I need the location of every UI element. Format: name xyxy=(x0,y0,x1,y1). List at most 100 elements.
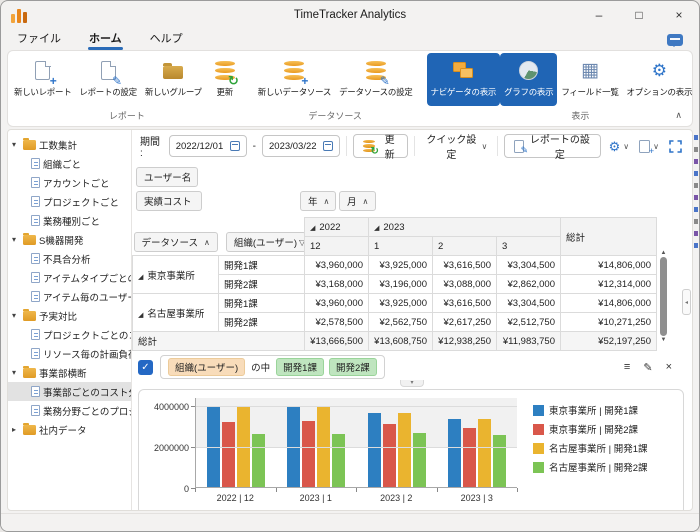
pivot-month-header[interactable]: 1 xyxy=(369,237,433,256)
collapse-triangle-icon[interactable]: ◢ xyxy=(310,225,315,232)
pivot-row-total-cell[interactable]: ¥14,806,000 xyxy=(561,256,657,275)
collapsed-panel-strip[interactable] xyxy=(694,135,698,248)
quick-settings-button[interactable]: クイック設定 ∨ xyxy=(421,131,491,161)
pivot-row-group-header[interactable]: ◢名古屋事業所 xyxy=(133,294,219,332)
show-chart-button[interactable]: グラフの表示 xyxy=(500,53,557,106)
filter-expression[interactable]: 組織(ユーザー) の中 開発1課開発2課 xyxy=(160,355,385,379)
pivot-value-cell[interactable]: ¥2,578,500 xyxy=(305,313,369,332)
pivot-year-header[interactable]: ◢2022 xyxy=(305,218,369,237)
log-button[interactable]: Log ログ xyxy=(696,53,700,106)
tree-report-item[interactable]: プロジェクトごとのコスト xyxy=(8,325,131,344)
pivot-grand-total-cell[interactable]: ¥12,938,250 xyxy=(433,332,497,351)
pivot-value-cell[interactable]: ¥3,925,000 xyxy=(369,256,433,275)
pivot-grand-total-header[interactable]: 総計 xyxy=(561,218,657,256)
filter-edit-icon[interactable]: ✎ xyxy=(643,361,652,374)
field-chip-month[interactable]: 月 ∧ xyxy=(339,191,376,211)
calendar-icon[interactable] xyxy=(230,141,240,151)
pivot-grand-total-cell[interactable]: ¥11,983,750 xyxy=(497,332,561,351)
tree-folder-item[interactable]: ▸社内データ xyxy=(8,420,131,439)
pivot-grand-total-label[interactable]: 総計 xyxy=(133,332,305,351)
table-scrollbar[interactable]: ▲ ▼ xyxy=(659,250,668,343)
minimize-button[interactable]: – xyxy=(579,1,619,29)
pivot-dept-header[interactable]: 開発2課 xyxy=(219,313,305,332)
tree-report-item[interactable]: アイテム毎のユーザーの予定 xyxy=(8,287,131,306)
datasource-settings-button[interactable]: ✎ データソースの設定 xyxy=(335,53,416,106)
report-settings-button[interactable]: ✎ レポートの設定 xyxy=(75,53,140,106)
tree-folder-item[interactable]: ▾工数集計 xyxy=(8,135,131,154)
panel-expander-button[interactable]: ◂ xyxy=(682,289,691,315)
ribbon-collapse-button[interactable]: ∧ xyxy=(675,110,682,121)
filter-value-chip[interactable]: 開発2課 xyxy=(329,358,377,376)
legend-item[interactable]: 名古屋事業所 | 開発1課 xyxy=(533,441,648,455)
refresh-button[interactable]: ↻ 更新 xyxy=(353,134,409,158)
pivot-dept-header[interactable]: 開発2課 xyxy=(219,275,305,294)
legend-item[interactable]: 名古屋事業所 | 開発2課 xyxy=(533,460,648,474)
pivot-grand-total-cell[interactable]: ¥52,197,250 xyxy=(561,332,657,351)
legend-item[interactable]: 東京事業所 | 開発2課 xyxy=(533,422,648,436)
menu-item-file[interactable]: ファイル xyxy=(15,29,63,51)
pivot-month-header[interactable]: 12 xyxy=(305,237,369,256)
pivot-value-cell[interactable]: ¥3,960,000 xyxy=(305,294,369,313)
filter-menu-icon[interactable]: ≡ xyxy=(624,361,630,373)
date-from-input[interactable]: 2022/12/01 xyxy=(169,135,247,157)
show-options-button[interactable]: ⚙ オプションの表示 xyxy=(623,53,697,106)
pivot-value-cell[interactable]: ¥3,616,500 xyxy=(433,256,497,275)
pivot-grand-total-cell[interactable]: ¥13,608,750 xyxy=(369,332,433,351)
feedback-icon[interactable] xyxy=(667,34,683,46)
chart-collapse-handle[interactable]: ▾ xyxy=(400,380,424,387)
tree-report-item[interactable]: 組織ごと xyxy=(8,154,131,173)
export-dropdown[interactable]: + ∨ xyxy=(637,140,661,153)
tree-report-item[interactable]: 業務種別ごと xyxy=(8,211,131,230)
refresh-button-ribbon[interactable]: ↻ 更新 xyxy=(206,53,244,106)
tree-report-item[interactable]: リソース毎の計画負荷状況 xyxy=(8,344,131,363)
pivot-value-cell[interactable]: ¥3,616,500 xyxy=(433,294,497,313)
pivot-value-cell[interactable]: ¥2,512,750 xyxy=(497,313,561,332)
menu-item-home[interactable]: ホーム xyxy=(87,29,124,51)
filter-icon[interactable]: ▽ xyxy=(299,238,304,247)
field-chip-datasource[interactable]: データソース∧ xyxy=(134,232,218,252)
legend-item[interactable]: 東京事業所 | 開発1課 xyxy=(533,403,648,417)
collapse-triangle-icon[interactable]: ◢ xyxy=(138,312,143,319)
close-button[interactable]: × xyxy=(659,1,699,29)
field-list-button[interactable]: ▦ フィールド一覧 xyxy=(557,53,622,106)
tree-folder-item[interactable]: ▾S機器開発 xyxy=(8,230,131,249)
pivot-dept-header[interactable]: 開発1課 xyxy=(219,256,305,275)
pivot-value-cell[interactable]: ¥3,925,000 xyxy=(369,294,433,313)
pivot-value-cell[interactable]: ¥3,196,000 xyxy=(369,275,433,294)
pivot-value-cell[interactable]: ¥2,562,750 xyxy=(369,313,433,332)
pivot-dept-header[interactable]: 開発1課 xyxy=(219,294,305,313)
show-navigator-button[interactable]: ナビゲータの表示 xyxy=(427,53,501,106)
pivot-value-cell[interactable]: ¥2,862,000 xyxy=(497,275,561,294)
tree-report-item[interactable]: 業務分野ごとのプロジェクト xyxy=(8,401,131,420)
collapse-triangle-icon[interactable]: ◢ xyxy=(138,274,143,281)
tree-report-item[interactable]: プロジェクトごと xyxy=(8,192,131,211)
new-report-button[interactable]: + 新しいレポート xyxy=(10,53,75,106)
pivot-grand-total-cell[interactable]: ¥13,666,500 xyxy=(305,332,369,351)
pivot-value-cell[interactable]: ¥3,168,000 xyxy=(305,275,369,294)
tree-report-item[interactable]: 事業部ごとのコスト分析 xyxy=(8,382,131,401)
tree-folder-item[interactable]: ▾予実対比 xyxy=(8,306,131,325)
collapse-triangle-icon[interactable]: ◢ xyxy=(374,225,379,232)
filter-enabled-checkbox[interactable]: ✓ xyxy=(138,360,153,375)
filter-field-chip[interactable]: 組織(ユーザー) xyxy=(168,358,245,376)
pivot-row-group-header[interactable]: ◢東京事業所 xyxy=(133,256,219,294)
pivot-year-header[interactable]: ◢2023 xyxy=(369,218,561,237)
pivot-value-cell[interactable]: ¥3,304,500 xyxy=(497,256,561,275)
date-to-input[interactable]: 2023/03/22 xyxy=(262,135,340,157)
pivot-value-cell[interactable]: ¥2,617,250 xyxy=(433,313,497,332)
field-chip-username[interactable]: ユーザー名 xyxy=(136,167,198,187)
pivot-value-cell[interactable]: ¥3,088,000 xyxy=(433,275,497,294)
filter-remove-icon[interactable]: × xyxy=(666,361,672,373)
calendar-icon[interactable] xyxy=(323,141,333,151)
pivot-row-total-cell[interactable]: ¥14,806,000 xyxy=(561,294,657,313)
scroll-up-icon[interactable]: ▲ xyxy=(661,250,667,256)
pivot-month-header[interactable]: 3 xyxy=(497,237,561,256)
fullscreen-button[interactable] xyxy=(667,140,684,153)
tree-report-item[interactable]: 不具合分析 xyxy=(8,249,131,268)
pivot-month-header[interactable]: 2 xyxy=(433,237,497,256)
scroll-down-icon[interactable]: ▼ xyxy=(661,337,667,343)
pivot-row-total-cell[interactable]: ¥12,314,000 xyxy=(561,275,657,294)
field-chip-organization[interactable]: 組織(ユーザー)▽∧ xyxy=(226,232,305,252)
tree-folder-item[interactable]: ▾事業部横断 xyxy=(8,363,131,382)
new-group-button[interactable]: 新しいグループ xyxy=(141,53,206,106)
